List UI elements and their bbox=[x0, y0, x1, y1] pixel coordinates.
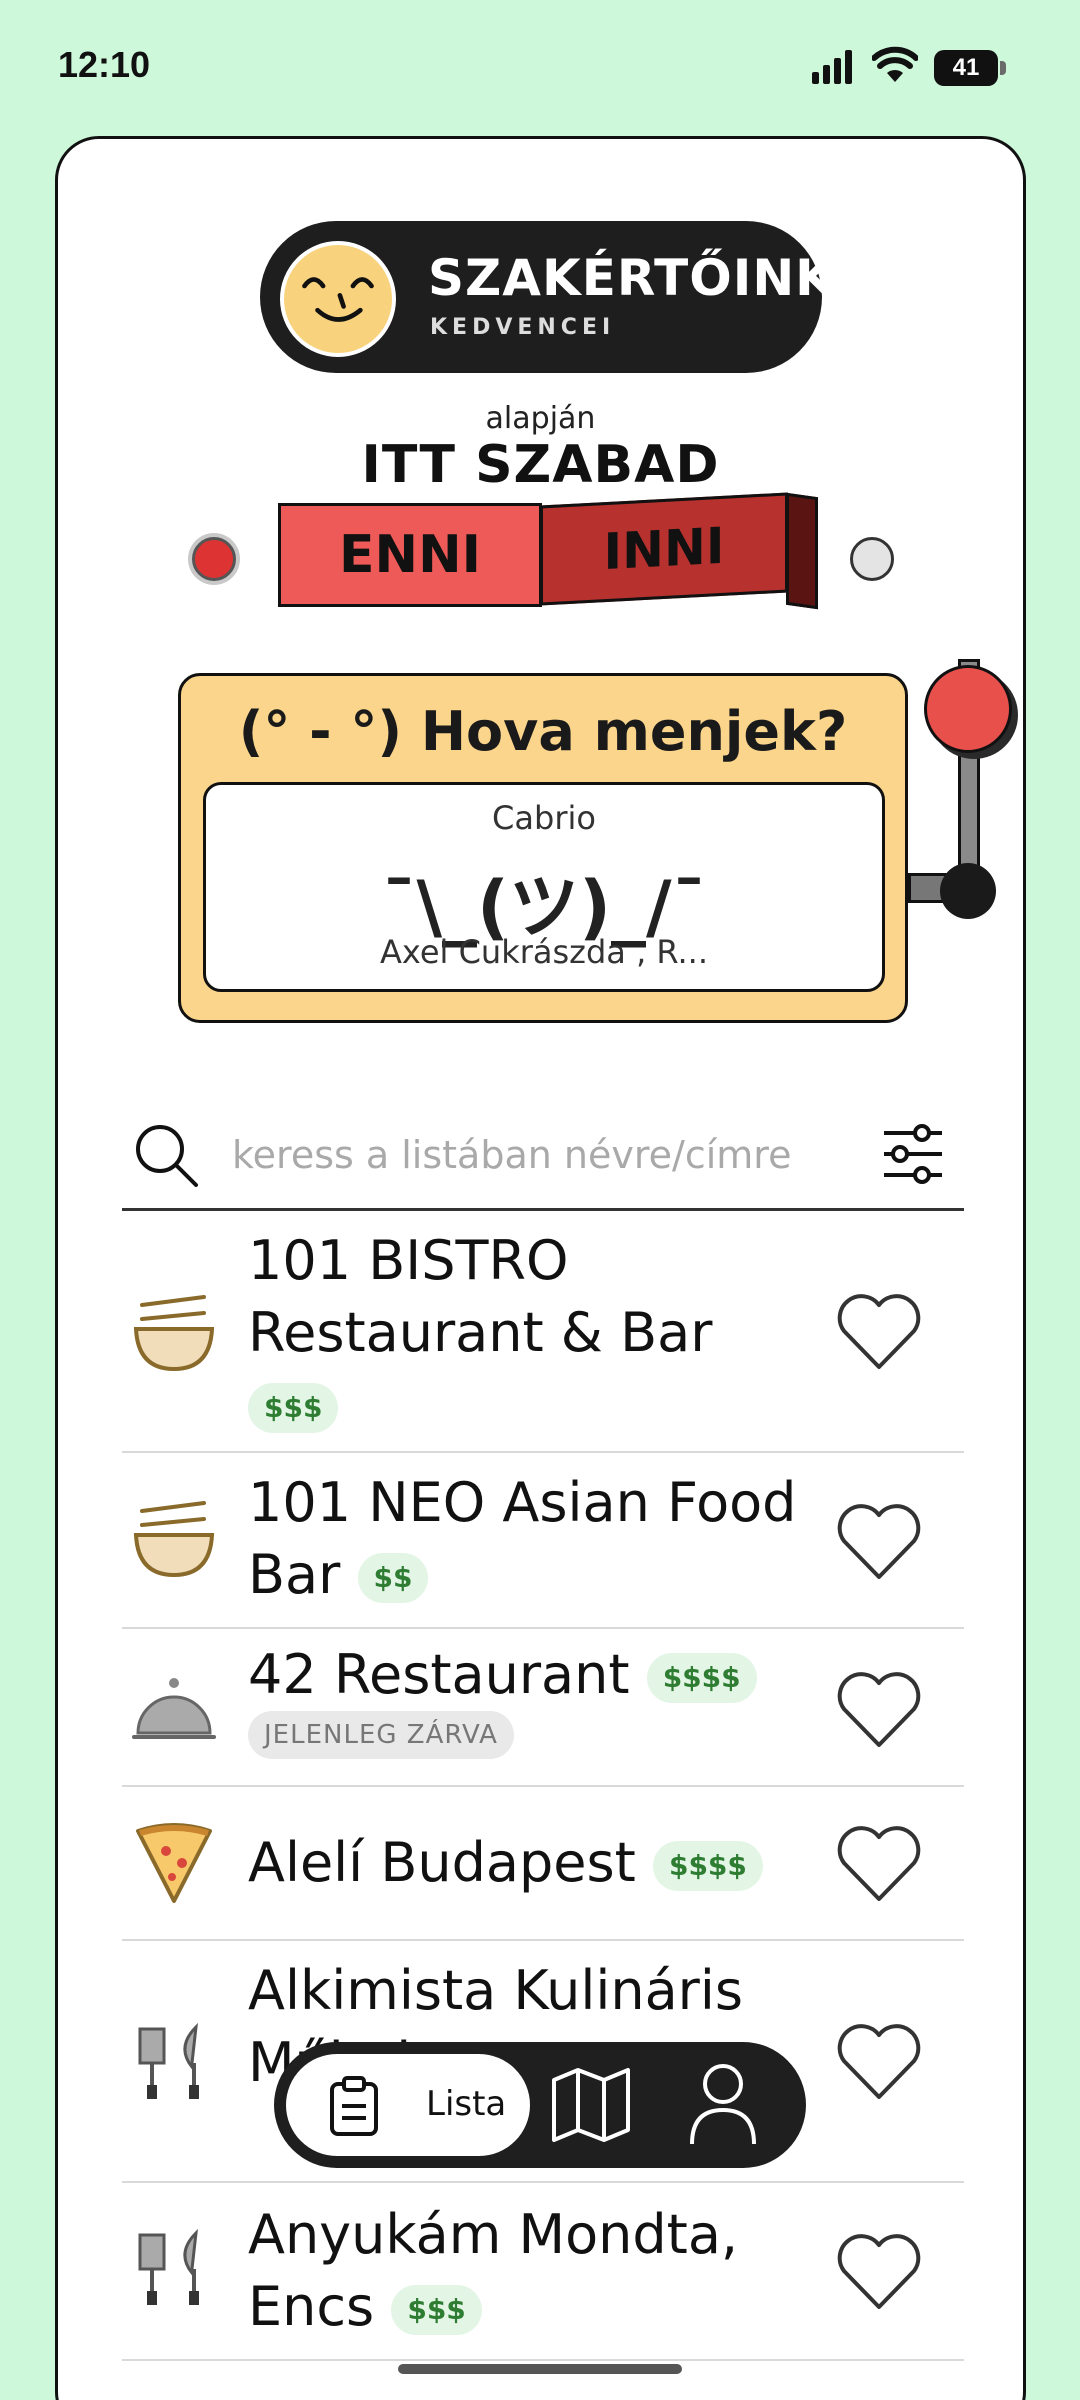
toggle-side-face bbox=[786, 492, 818, 610]
clipboard-icon bbox=[330, 2076, 378, 2136]
cutlery-icon bbox=[138, 2023, 199, 2099]
profile-icon[interactable] bbox=[688, 2062, 758, 2146]
restaurant-list: 101 BISTRO Restaurant & Bar $$$ 101 NEO … bbox=[122, 1211, 964, 2361]
nav-tab-lista-label: Lista bbox=[426, 2084, 507, 2124]
heart-icon[interactable] bbox=[834, 1823, 924, 1905]
price-badge: $$$$ bbox=[652, 1841, 763, 1892]
restaurant-name: Alelí Budapest bbox=[248, 1831, 636, 1894]
home-indicator[interactable] bbox=[398, 2364, 682, 2374]
list-item[interactable]: Anyukám Mondta, Encs $$$ bbox=[122, 2183, 964, 2361]
logo-subtitle: KEDVENCEI bbox=[430, 315, 616, 340]
battery-level: 41 bbox=[934, 50, 998, 86]
price-badge: $$$ bbox=[248, 1383, 339, 1434]
cellular-signal-icon bbox=[812, 50, 852, 84]
battery-icon: 41 bbox=[934, 50, 1006, 86]
enni-indicator-light bbox=[192, 537, 236, 581]
status-bar: 12:10 41 bbox=[0, 0, 1080, 130]
inni-indicator-light bbox=[850, 537, 894, 581]
logo-title: SZAKÉRTŐINK bbox=[428, 249, 835, 307]
status-time: 12:10 bbox=[58, 44, 151, 85]
restaurant-name: 101 NEO Asian Food Bar bbox=[248, 1471, 797, 1606]
smiley-face-icon bbox=[280, 241, 396, 357]
enni-toggle-button[interactable]: ENNI bbox=[278, 503, 542, 607]
filter-sliders-icon[interactable] bbox=[878, 1119, 948, 1189]
list-item[interactable]: 101 BISTRO Restaurant & Bar $$$ bbox=[122, 1211, 964, 1453]
list-item[interactable]: 42 Restaurant $$$$ JELENLEG ZÁRVA bbox=[122, 1629, 964, 1787]
search-input[interactable] bbox=[232, 1123, 832, 1187]
slot-reel-top: Cabrio bbox=[492, 799, 596, 837]
page-headline: ITT SZABAD bbox=[361, 435, 720, 495]
lever-hub bbox=[940, 863, 996, 919]
list-item[interactable]: Alelí Budapest $$$$ bbox=[122, 1787, 964, 1941]
pizza-icon bbox=[136, 1823, 212, 1903]
heart-icon[interactable] bbox=[834, 1669, 924, 1751]
inni-toggle-button[interactable]: INNI bbox=[540, 492, 788, 606]
closed-status-badge: JELENLEG ZÁRVA bbox=[248, 1711, 514, 1759]
bowl-icon bbox=[133, 1501, 215, 1578]
heart-icon[interactable] bbox=[834, 2231, 924, 2313]
search-icon bbox=[136, 1125, 198, 1187]
slot-question: (° - °) Hova menjek? bbox=[238, 700, 848, 763]
heart-icon[interactable] bbox=[834, 1291, 924, 1373]
heart-icon[interactable] bbox=[834, 1501, 924, 1583]
slot-reel-bottom: Axel Cukrászda , R... bbox=[379, 933, 709, 971]
cloche-icon bbox=[132, 1678, 216, 1739]
list-item[interactable]: 101 NEO Asian Food Bar $$ bbox=[122, 1453, 964, 1629]
heart-icon[interactable] bbox=[834, 2021, 924, 2103]
slot-lever-handle[interactable] bbox=[924, 665, 1012, 753]
cutlery-icon bbox=[138, 2229, 199, 2305]
bowl-icon bbox=[133, 1295, 215, 1372]
bottom-navigation: Lista bbox=[274, 2042, 806, 2168]
price-badge: $$$ bbox=[391, 2285, 482, 2336]
wifi-icon bbox=[872, 46, 918, 82]
price-badge: $$ bbox=[357, 1553, 429, 1604]
mode-toggle[interactable]: ENNI INNI bbox=[278, 492, 818, 610]
nav-tab-lista[interactable]: Lista bbox=[286, 2054, 530, 2156]
restaurant-name: Anyukám Mondta, Encs bbox=[248, 2203, 739, 2338]
slot-machine[interactable]: (° - °) Hova menjek? Cabrio ¯\_(ツ)_/¯ Ax… bbox=[178, 673, 908, 1023]
alapjan-label: alapján bbox=[485, 401, 596, 436]
price-badge: $$$$ bbox=[646, 1653, 757, 1704]
restaurant-name: 101 BISTRO Restaurant & Bar bbox=[248, 1229, 713, 1364]
search-bar bbox=[122, 1097, 964, 1211]
experts-logo-badge: SZAKÉRTŐINK KEDVENCEI bbox=[260, 221, 834, 373]
slot-window: Cabrio ¯\_(ツ)_/¯ Axel Cukrászda , R... bbox=[203, 782, 885, 992]
map-icon[interactable] bbox=[550, 2066, 632, 2144]
restaurant-name: 42 Restaurant bbox=[248, 1643, 630, 1706]
